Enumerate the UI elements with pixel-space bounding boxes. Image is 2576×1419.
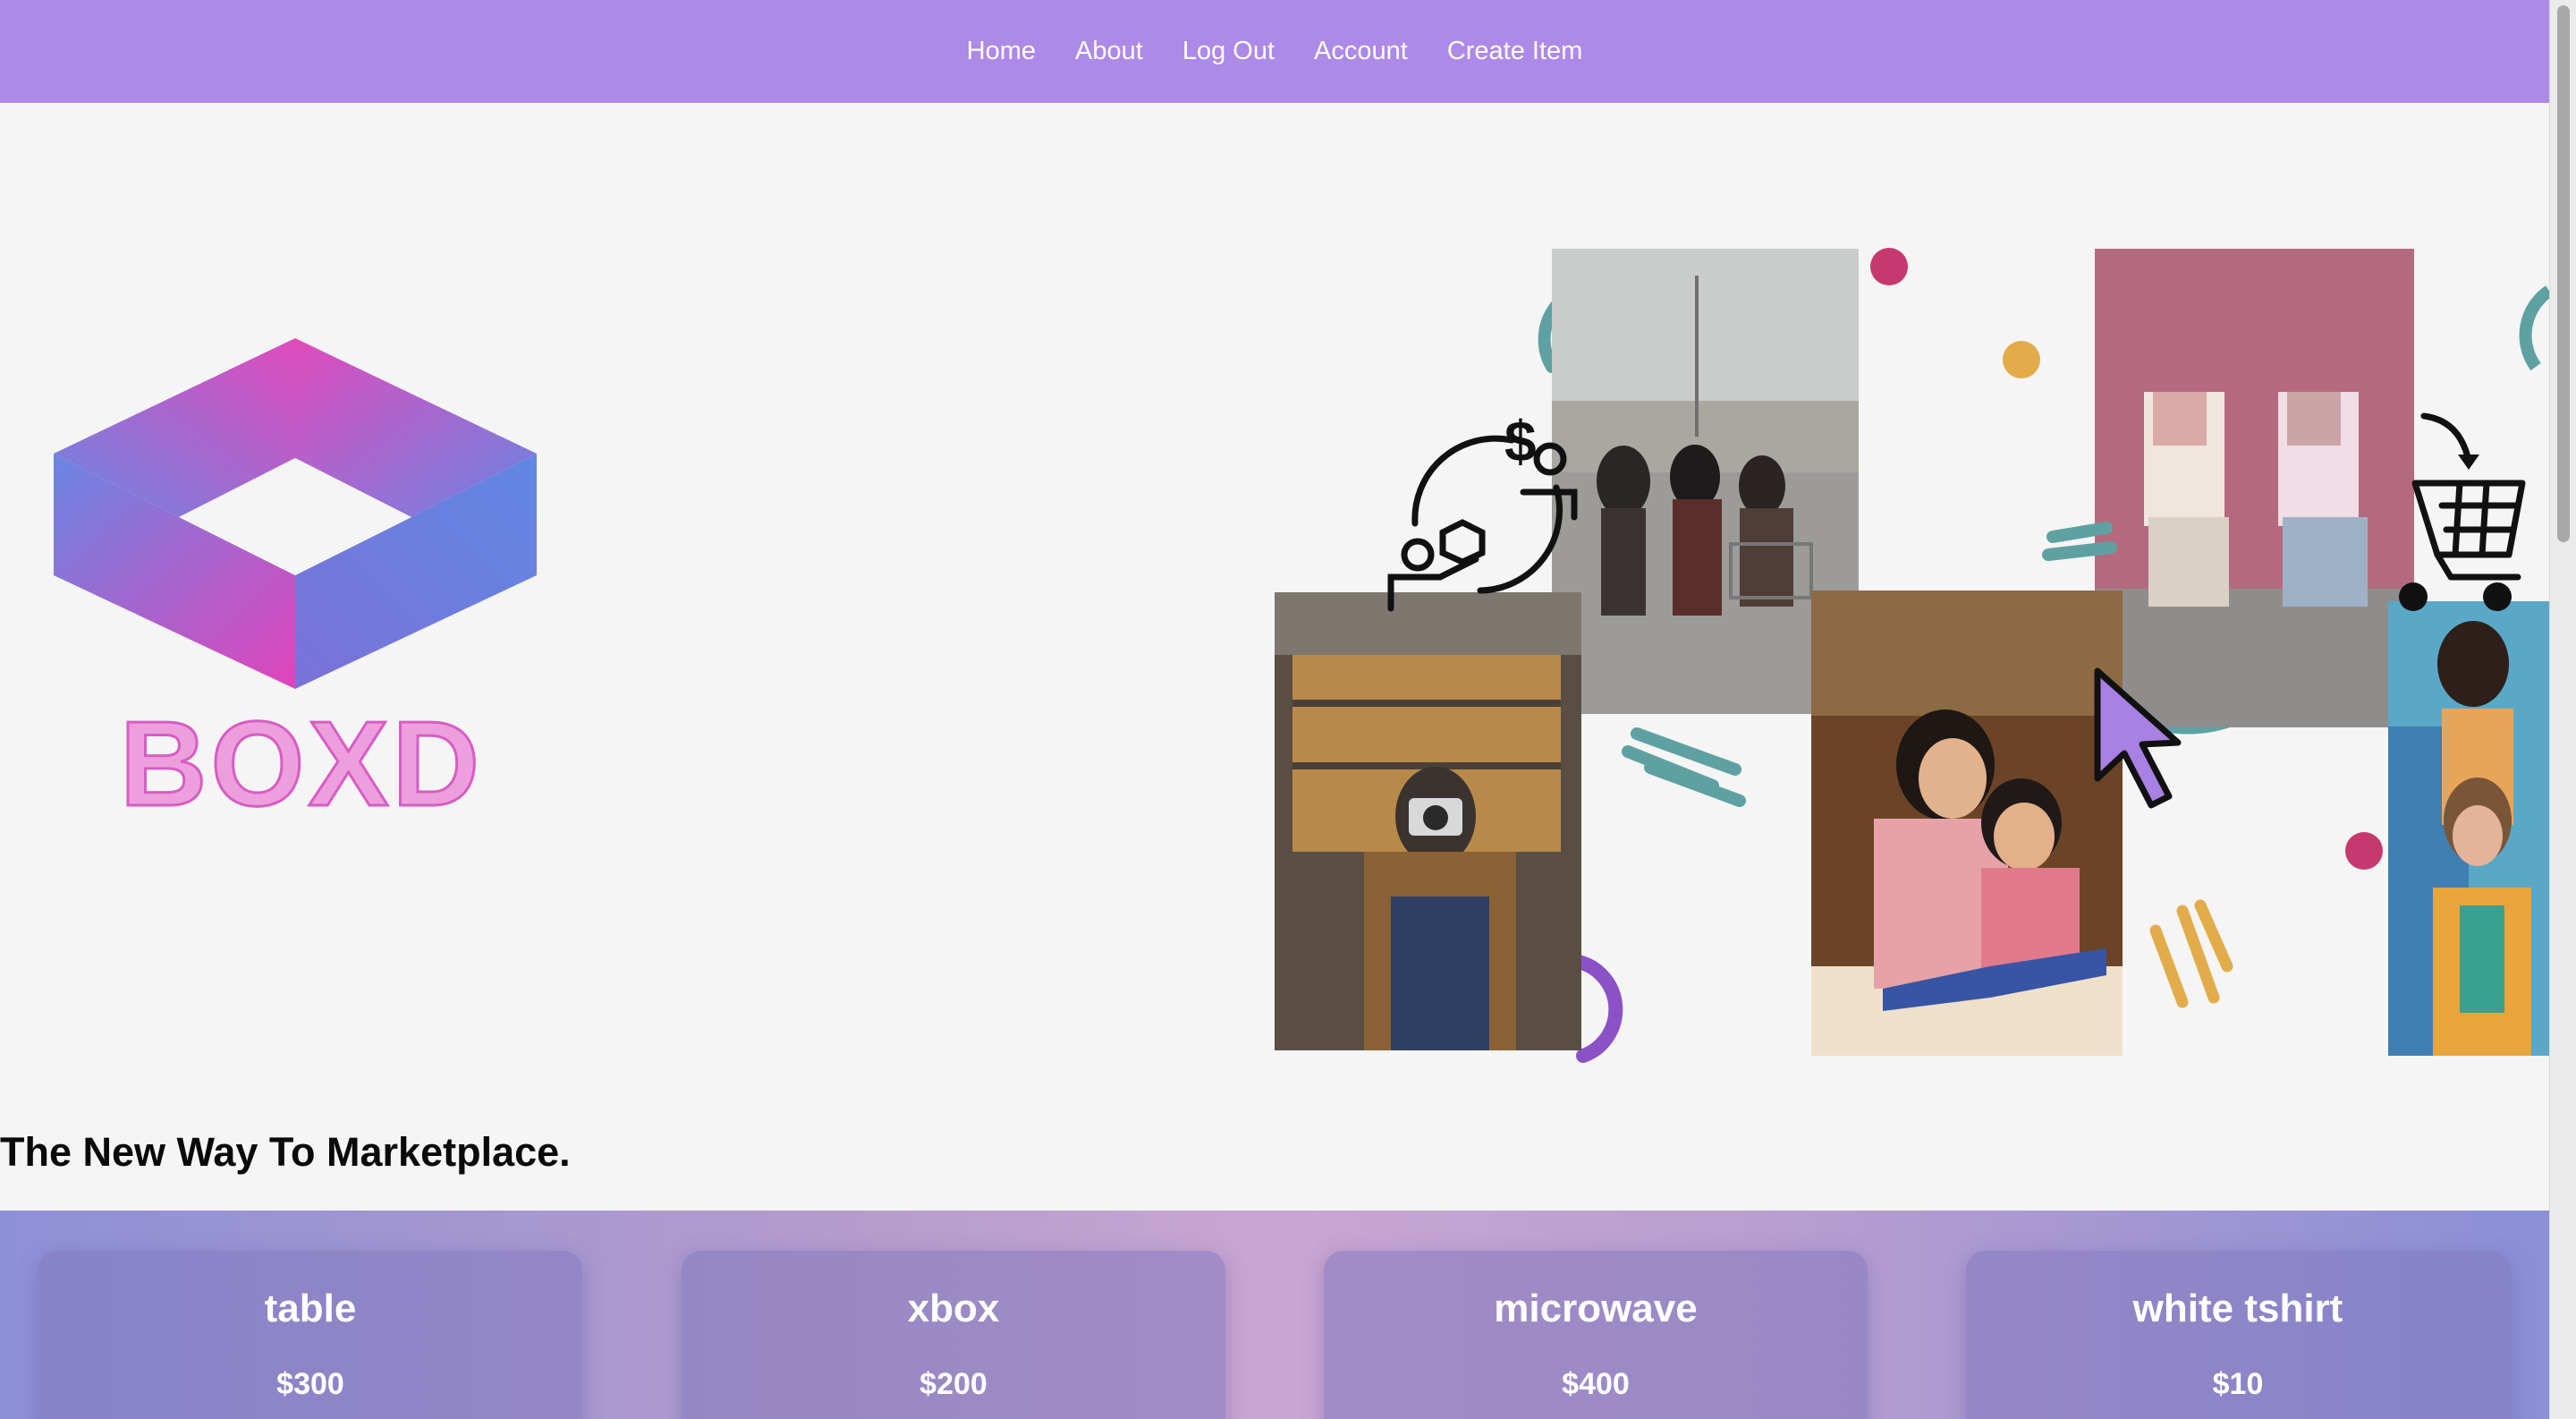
listing-price: $10	[2212, 1367, 2264, 1401]
photo-mother-child-book	[1811, 591, 2123, 1056]
logo-text: BOXD	[120, 696, 483, 819]
listing-price: $200	[919, 1367, 987, 1401]
listing-card[interactable]: white tshirt $10	[1966, 1251, 2510, 1419]
listing-price: $400	[1562, 1367, 1630, 1401]
scrollbar-thumb[interactable]	[2557, 5, 2570, 542]
photo-women-reading	[2095, 249, 2414, 727]
page: Home About Log Out Account Create Item B…	[0, 0, 2549, 1419]
hero-collage: $	[1270, 242, 2549, 1065]
photo-woman-camera	[1275, 592, 1581, 1050]
top-nav: Home About Log Out Account Create Item	[0, 0, 2549, 103]
photo-group-colorful	[2388, 601, 2549, 1056]
nav-create-item-link[interactable]: Create Item	[1447, 37, 1583, 66]
nav-account-link[interactable]: Account	[1314, 37, 1408, 66]
listing-card[interactable]: table $300	[38, 1251, 582, 1419]
nav-logout-link[interactable]: Log Out	[1182, 37, 1275, 66]
listing-name: xbox	[907, 1287, 1000, 1330]
listings-section: table $300 xbox $200 microwave $400 whit…	[0, 1211, 2549, 1419]
listing-price: $300	[276, 1367, 344, 1401]
boxd-logo: BOXD	[49, 336, 550, 833]
hero-tagline: The New Way To Marketplace.	[0, 1129, 571, 1175]
listing-card[interactable]: microwave $400	[1324, 1251, 1868, 1419]
listing-name: microwave	[1494, 1287, 1698, 1330]
listing-name: table	[264, 1287, 357, 1330]
listing-name: white tshirt	[2132, 1287, 2343, 1330]
nav-about-link[interactable]: About	[1075, 37, 1143, 66]
nav-home-link[interactable]: Home	[967, 37, 1036, 66]
listing-card[interactable]: xbox $200	[682, 1251, 1225, 1419]
vertical-scrollbar[interactable]	[2549, 0, 2576, 1419]
